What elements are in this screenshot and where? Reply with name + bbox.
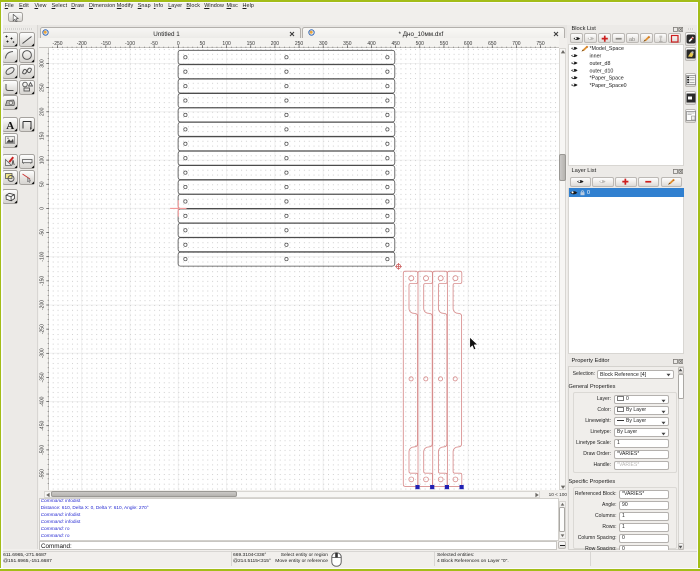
svg-text:-350: -350: [39, 372, 45, 382]
svg-text:-550: -550: [39, 469, 45, 479]
svg-text:inner: inner: [590, 53, 602, 59]
svg-text:400: 400: [367, 41, 376, 47]
svg-text:-50: -50: [150, 41, 157, 47]
svg-text:-450: -450: [39, 421, 45, 431]
svg-text:250: 250: [294, 41, 303, 47]
svg-text:50: 50: [199, 41, 205, 47]
svg-text:600: 600: [463, 41, 472, 47]
svg-text:-300: -300: [39, 348, 45, 358]
svg-text:outer_d10: outer_d10: [590, 68, 614, 74]
svg-text:200: 200: [270, 41, 279, 47]
svg-text:500: 500: [415, 41, 424, 47]
svg-text:-150: -150: [100, 41, 110, 47]
svg-text:outer_d8: outer_d8: [590, 60, 611, 66]
svg-text:50: 50: [39, 181, 45, 187]
svg-text:750: 750: [536, 41, 545, 47]
svg-text:300: 300: [319, 41, 328, 47]
svg-text:ab: ab: [629, 37, 635, 43]
svg-text:650: 650: [488, 41, 497, 47]
svg-text:100: 100: [39, 156, 45, 165]
svg-text:-100: -100: [39, 251, 45, 261]
svg-text:-200: -200: [76, 41, 86, 47]
svg-text:*Paper_Space: *Paper_Space: [590, 75, 624, 81]
svg-text:0: 0: [176, 41, 179, 47]
svg-text:-500: -500: [39, 445, 45, 455]
svg-text:-50: -50: [39, 229, 45, 236]
svg-text:700: 700: [512, 41, 521, 47]
svg-text:-200: -200: [39, 300, 45, 310]
svg-text:300: 300: [39, 59, 45, 68]
svg-text:-100: -100: [124, 41, 134, 47]
svg-text:-250: -250: [39, 324, 45, 334]
svg-text:150: 150: [246, 41, 255, 47]
svg-text:*Paper_Space0: *Paper_Space0: [590, 82, 627, 88]
svg-text:550: 550: [439, 41, 448, 47]
svg-text:*Model_Space: *Model_Space: [590, 46, 625, 52]
svg-text:250: 250: [39, 83, 45, 92]
svg-text:-400: -400: [39, 396, 45, 406]
svg-text:200: 200: [39, 107, 45, 116]
svg-text:150: 150: [39, 132, 45, 141]
svg-text:-250: -250: [52, 41, 62, 47]
svg-text:450: 450: [391, 41, 400, 47]
svg-text:-150: -150: [39, 276, 45, 286]
svg-text:0: 0: [39, 207, 45, 210]
svg-text:350: 350: [343, 41, 352, 47]
svg-text:100: 100: [222, 41, 231, 47]
